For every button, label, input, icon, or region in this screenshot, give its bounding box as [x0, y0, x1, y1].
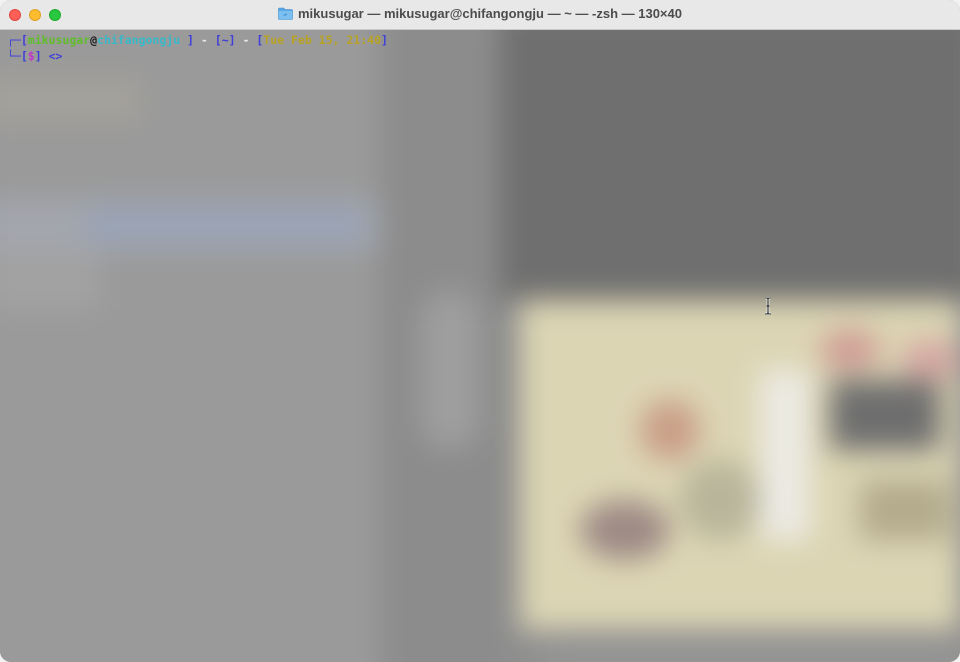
prompt-frame-bottom: └─[: [7, 49, 28, 63]
folder-icon: [278, 7, 293, 23]
prompt-line-1: ┌─[mikusugar@chifangongju ] - [~] - [Tue…: [7, 32, 388, 48]
terminal-content[interactable]: ┌─[mikusugar@chifangongju ] - [~] - [Tue…: [0, 30, 960, 662]
window-title: mikusugar — mikusugar@chifangongju — ~ —…: [0, 6, 960, 23]
terminal-window: mikusugar — mikusugar@chifangongju — ~ —…: [0, 0, 960, 662]
prompt-path-open: [: [214, 33, 222, 47]
window-title-text: mikusugar — mikusugar@chifangongju — ~ —…: [298, 6, 682, 21]
prompt-user: mikusugar: [27, 33, 91, 47]
prompt-path: ~: [221, 33, 229, 47]
prompt-host-close: ]: [180, 33, 194, 47]
prompt-line-2: └─[$] <>: [7, 48, 62, 64]
title-bar: mikusugar — mikusugar@chifangongju — ~ —…: [0, 0, 960, 30]
prompt-date-close: ]: [381, 33, 388, 47]
ibeam-cursor-icon: [764, 296, 772, 316]
prompt-frame-close: ]: [34, 49, 42, 63]
prompt-at: @: [90, 33, 98, 47]
prompt-separator-1: -: [193, 33, 215, 47]
prompt-frame-top: ┌─[: [7, 33, 28, 47]
prompt-arrow: <>: [41, 49, 63, 63]
prompt-path-close: ]: [228, 33, 236, 47]
prompt-host: chifangongju: [97, 33, 181, 47]
prompt-separator-2: -: [235, 33, 257, 47]
prompt-date: Tue Feb 15, 21:40: [263, 33, 381, 47]
prompt-dollar: $: [27, 49, 35, 63]
